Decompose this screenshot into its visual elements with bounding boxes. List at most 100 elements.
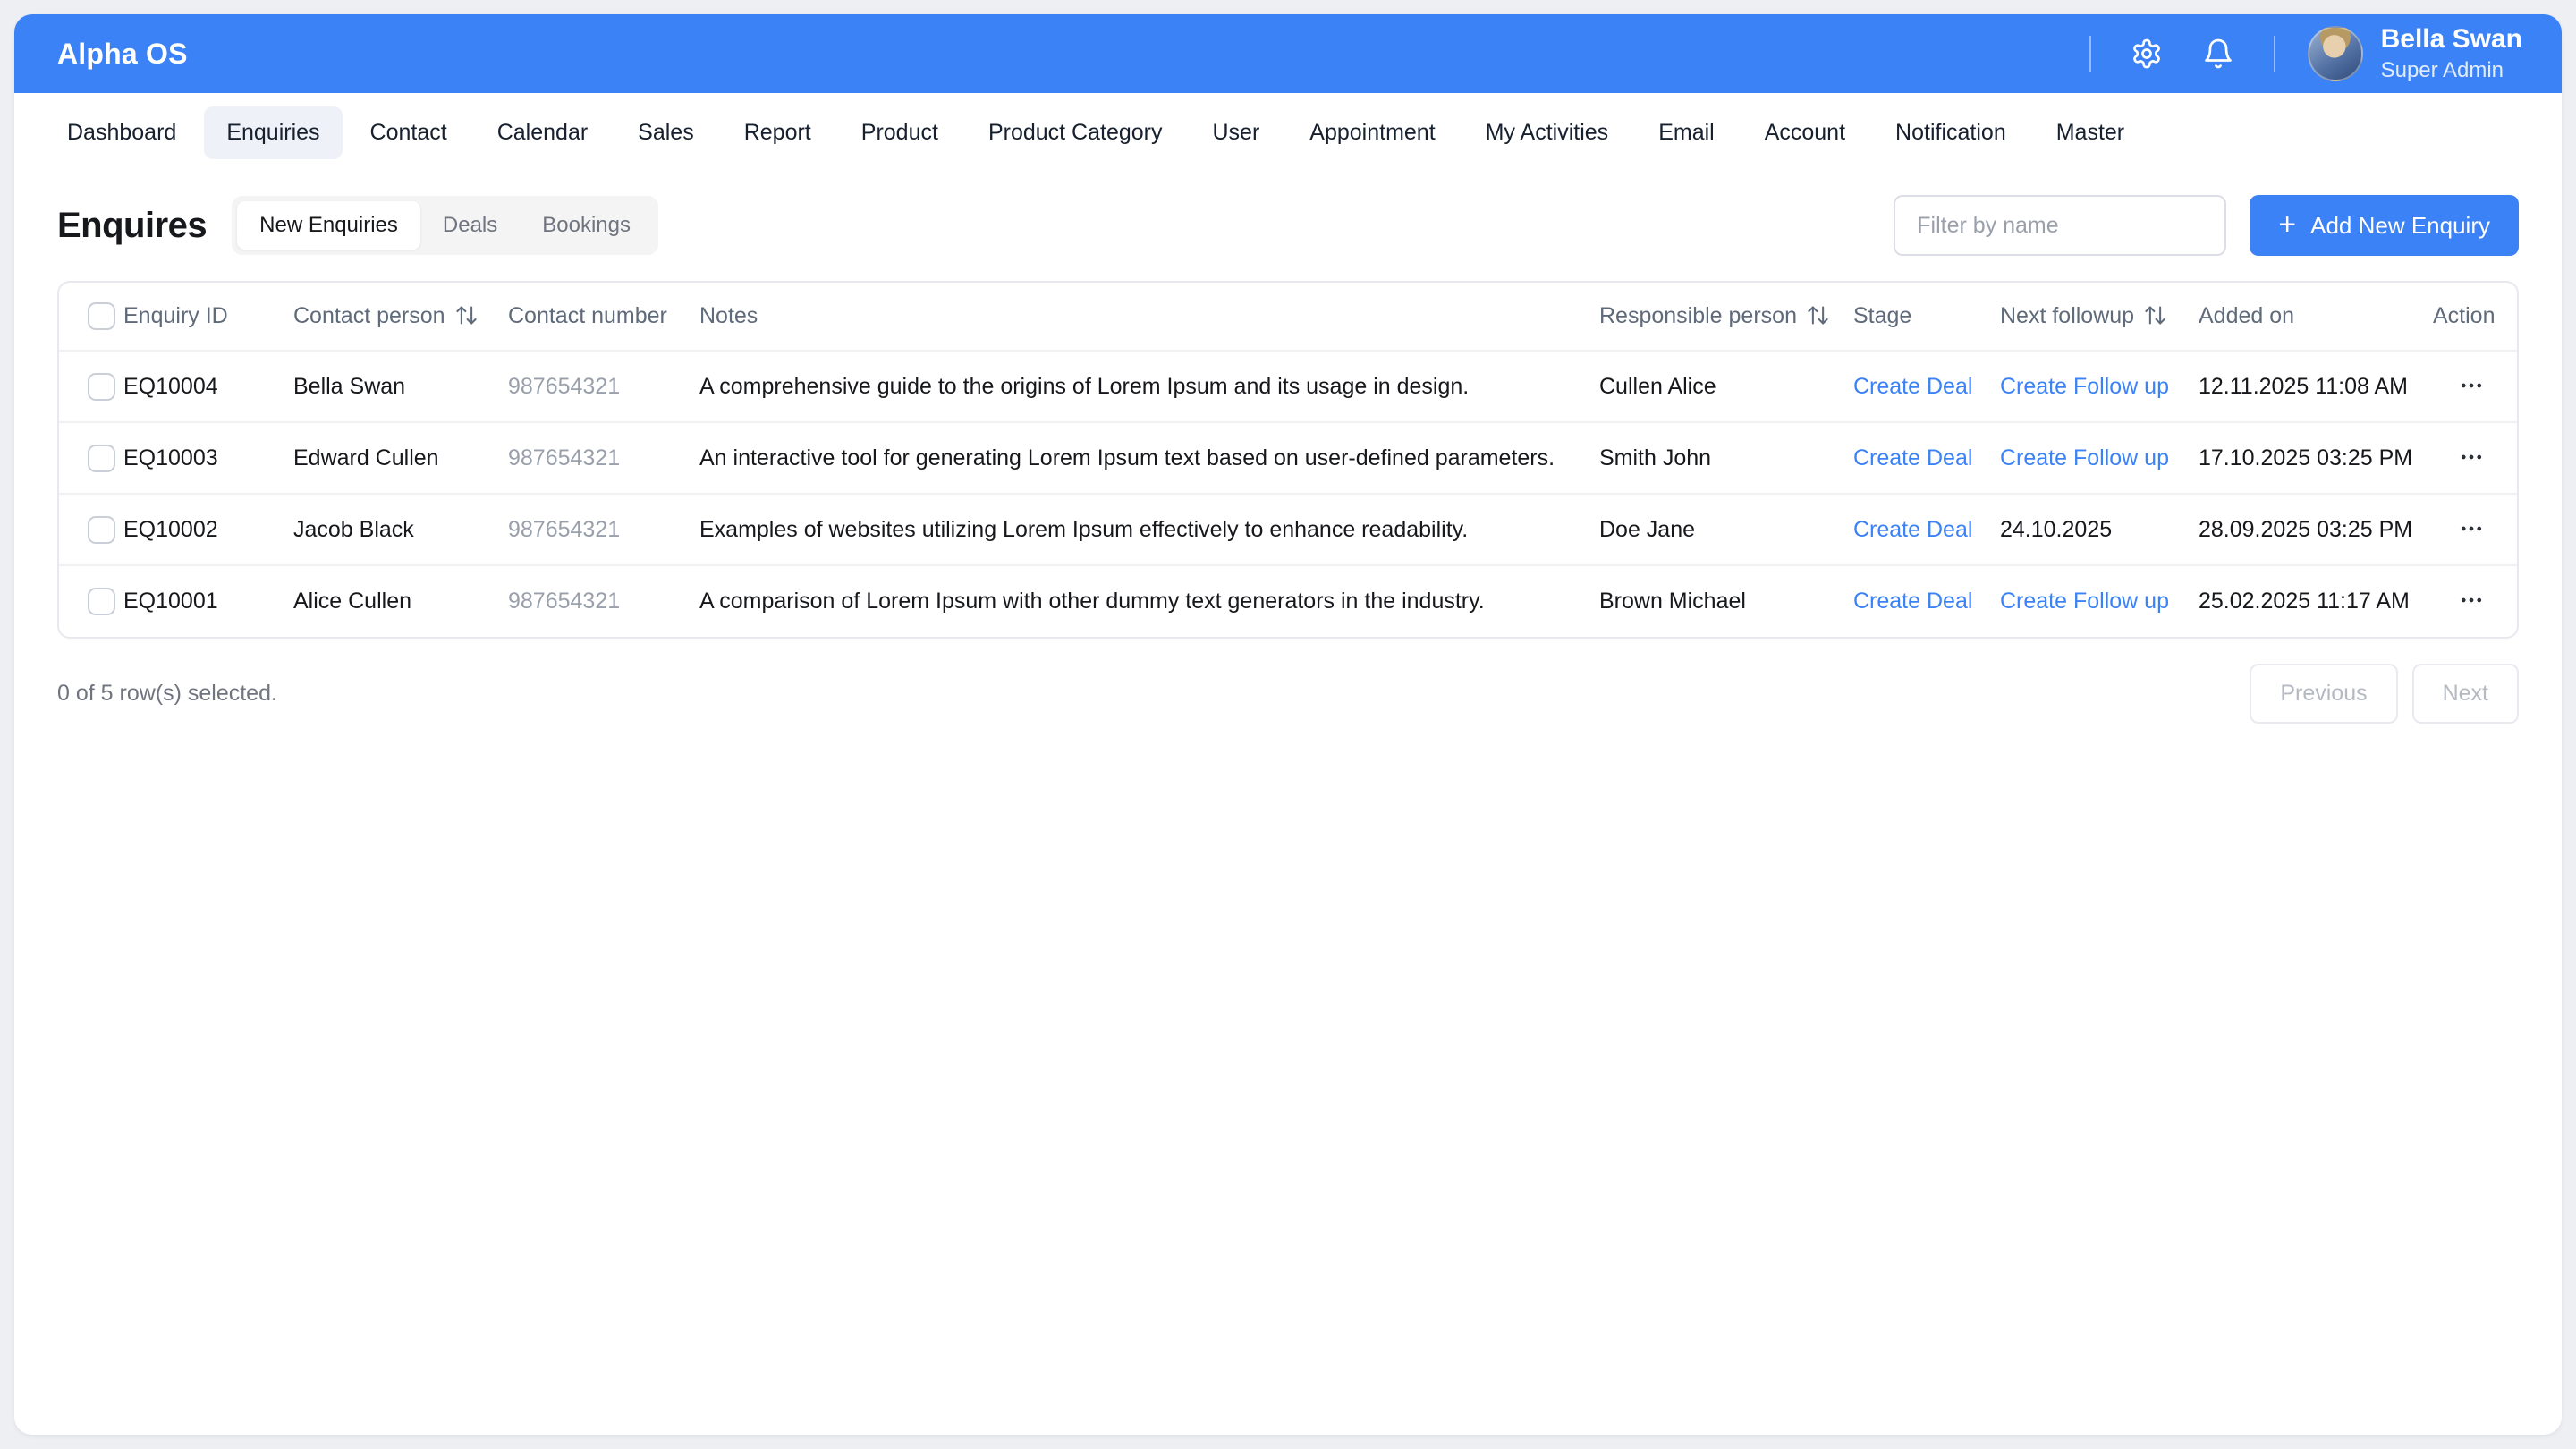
- column-header-notes: Notes: [699, 283, 1599, 351]
- tab-new-enquiries[interactable]: New Enquiries: [237, 201, 420, 250]
- create-deal-link[interactable]: Create Deal: [1853, 589, 1972, 614]
- column-header-enquiry-id: Enquiry ID: [123, 283, 293, 351]
- table-footer: 0 of 5 row(s) selected. Previous Next: [57, 664, 2519, 724]
- previous-page-button[interactable]: Previous: [2250, 664, 2397, 724]
- enquiries-table: Enquiry ID Contact person Contact number…: [57, 281, 2519, 639]
- add-new-enquiry-button[interactable]: + Add New Enquiry: [2250, 195, 2519, 256]
- top-header: Alpha OS: [14, 14, 2562, 93]
- next-followup-link[interactable]: Create Follow up: [2000, 374, 2169, 399]
- cell-enquiry-id: EQ10003: [123, 422, 293, 494]
- next-followup-link[interactable]: Create Follow up: [2000, 589, 2169, 614]
- cell-contact-person: Bella Swan: [293, 351, 508, 422]
- nav-item-appointment[interactable]: Appointment: [1287, 106, 1457, 159]
- header-actions: Bella Swan Super Admin: [2089, 24, 2522, 83]
- cell-enquiry-id: EQ10002: [123, 494, 293, 565]
- app-window: Alpha OS: [14, 14, 2562, 1435]
- row-select-checkbox[interactable]: [88, 516, 115, 544]
- next-followup-link[interactable]: Create Follow up: [2000, 445, 2169, 470]
- tab-bookings[interactable]: Bookings: [520, 201, 653, 250]
- cell-added-on: 17.10.2025 03:25 PM: [2199, 422, 2433, 494]
- cell-contact-number: 987654321: [508, 565, 699, 637]
- nav-item-user[interactable]: User: [1190, 106, 1282, 159]
- page-content: Enquires New Enquiries Deals Bookings + …: [14, 195, 2562, 724]
- cell-responsible-person: Cullen Alice: [1599, 351, 1853, 422]
- column-header-responsible-person[interactable]: Responsible person: [1599, 283, 1853, 351]
- user-name: Bella Swan: [2381, 24, 2522, 55]
- cell-contact-number: 987654321: [508, 494, 699, 565]
- user-role: Super Admin: [2381, 58, 2522, 83]
- settings-button[interactable]: [2131, 38, 2163, 70]
- create-deal-link[interactable]: Create Deal: [1853, 445, 1972, 470]
- sort-icon: [1806, 303, 1830, 327]
- cell-notes: A comprehensive guide to the origins of …: [699, 351, 1599, 422]
- plus-icon: +: [2278, 209, 2296, 240]
- nav-item-account[interactable]: Account: [1742, 106, 1868, 159]
- cell-notes: A comparison of Lorem Ipsum with other d…: [699, 565, 1599, 637]
- cell-notes: An interactive tool for generating Lorem…: [699, 422, 1599, 494]
- table-row: EQ10002 Jacob Black 987654321 Examples o…: [59, 494, 2517, 565]
- sort-icon: [2143, 303, 2167, 327]
- gear-icon: [2131, 38, 2163, 70]
- nav-item-product-category[interactable]: Product Category: [966, 106, 1185, 159]
- nav-item-sales[interactable]: Sales: [615, 106, 716, 159]
- cell-contact-person: Edward Cullen: [293, 422, 508, 494]
- nav-item-enquiries[interactable]: Enquiries: [204, 106, 342, 159]
- main-nav: Dashboard Enquiries Contact Calendar Sal…: [14, 93, 2562, 172]
- row-select-checkbox[interactable]: [88, 588, 115, 615]
- column-header-contact-person[interactable]: Contact person: [293, 283, 508, 351]
- cell-contact-person: Jacob Black: [293, 494, 508, 565]
- cell-contact-person: Alice Cullen: [293, 565, 508, 637]
- cell-enquiry-id: EQ10004: [123, 351, 293, 422]
- header-divider: [2089, 36, 2091, 72]
- app-logo: Alpha OS: [57, 38, 188, 71]
- ellipsis-icon: [2458, 515, 2485, 542]
- title-actions: + Add New Enquiry: [1894, 195, 2519, 256]
- notifications-button[interactable]: [2202, 38, 2234, 70]
- row-select-checkbox[interactable]: [88, 373, 115, 401]
- column-header-action: Action: [2433, 283, 2517, 351]
- sort-icon: [454, 303, 479, 327]
- create-deal-link[interactable]: Create Deal: [1853, 517, 1972, 542]
- next-followup-date[interactable]: 24.10.2025: [2000, 517, 2112, 542]
- select-all-cell: [59, 283, 123, 351]
- table-row: EQ10003 Edward Cullen 987654321 An inter…: [59, 422, 2517, 494]
- page-title: Enquires: [57, 206, 207, 246]
- column-header-stage: Stage: [1853, 283, 2000, 351]
- nav-item-calendar[interactable]: Calendar: [475, 106, 610, 159]
- create-deal-link[interactable]: Create Deal: [1853, 374, 1972, 399]
- tab-deals[interactable]: Deals: [420, 201, 520, 250]
- cell-added-on: 12.11.2025 11:08 AM: [2199, 351, 2433, 422]
- filter-by-name-input[interactable]: [1894, 195, 2226, 256]
- title-row: Enquires New Enquiries Deals Bookings + …: [57, 195, 2519, 256]
- user-avatar[interactable]: [2308, 26, 2363, 81]
- nav-item-report[interactable]: Report: [722, 106, 834, 159]
- cell-responsible-person: Doe Jane: [1599, 494, 1853, 565]
- enquiry-tabs: New Enquiries Deals Bookings: [232, 196, 658, 255]
- bell-icon: [2202, 38, 2234, 70]
- column-header-next-followup[interactable]: Next followup: [2000, 283, 2199, 351]
- nav-item-contact[interactable]: Contact: [348, 106, 470, 159]
- nav-item-dashboard[interactable]: Dashboard: [45, 106, 199, 159]
- nav-item-email[interactable]: Email: [1636, 106, 1737, 159]
- row-select-checkbox[interactable]: [88, 445, 115, 472]
- select-all-checkbox[interactable]: [88, 302, 115, 330]
- cell-enquiry-id: EQ10001: [123, 565, 293, 637]
- row-actions-button[interactable]: [2458, 512, 2485, 546]
- table-header-row: Enquiry ID Contact person Contact number…: [59, 283, 2517, 351]
- cell-contact-number: 987654321: [508, 351, 699, 422]
- nav-item-notification[interactable]: Notification: [1873, 106, 2029, 159]
- add-new-enquiry-label: Add New Enquiry: [2310, 212, 2490, 240]
- nav-item-my-activities[interactable]: My Activities: [1463, 106, 1631, 159]
- next-page-button[interactable]: Next: [2412, 664, 2519, 724]
- pagination: Previous Next: [2250, 664, 2519, 724]
- selection-status: 0 of 5 row(s) selected.: [57, 681, 277, 707]
- row-actions-button[interactable]: [2458, 440, 2485, 474]
- nav-item-master[interactable]: Master: [2034, 106, 2147, 159]
- nav-item-product[interactable]: Product: [839, 106, 961, 159]
- column-header-contact-number: Contact number: [508, 283, 699, 351]
- table-row: EQ10001 Alice Cullen 987654321 A compari…: [59, 565, 2517, 637]
- cell-contact-number: 987654321: [508, 422, 699, 494]
- row-actions-button[interactable]: [2458, 583, 2485, 617]
- user-info[interactable]: Bella Swan Super Admin: [2381, 24, 2522, 83]
- row-actions-button[interactable]: [2458, 369, 2485, 402]
